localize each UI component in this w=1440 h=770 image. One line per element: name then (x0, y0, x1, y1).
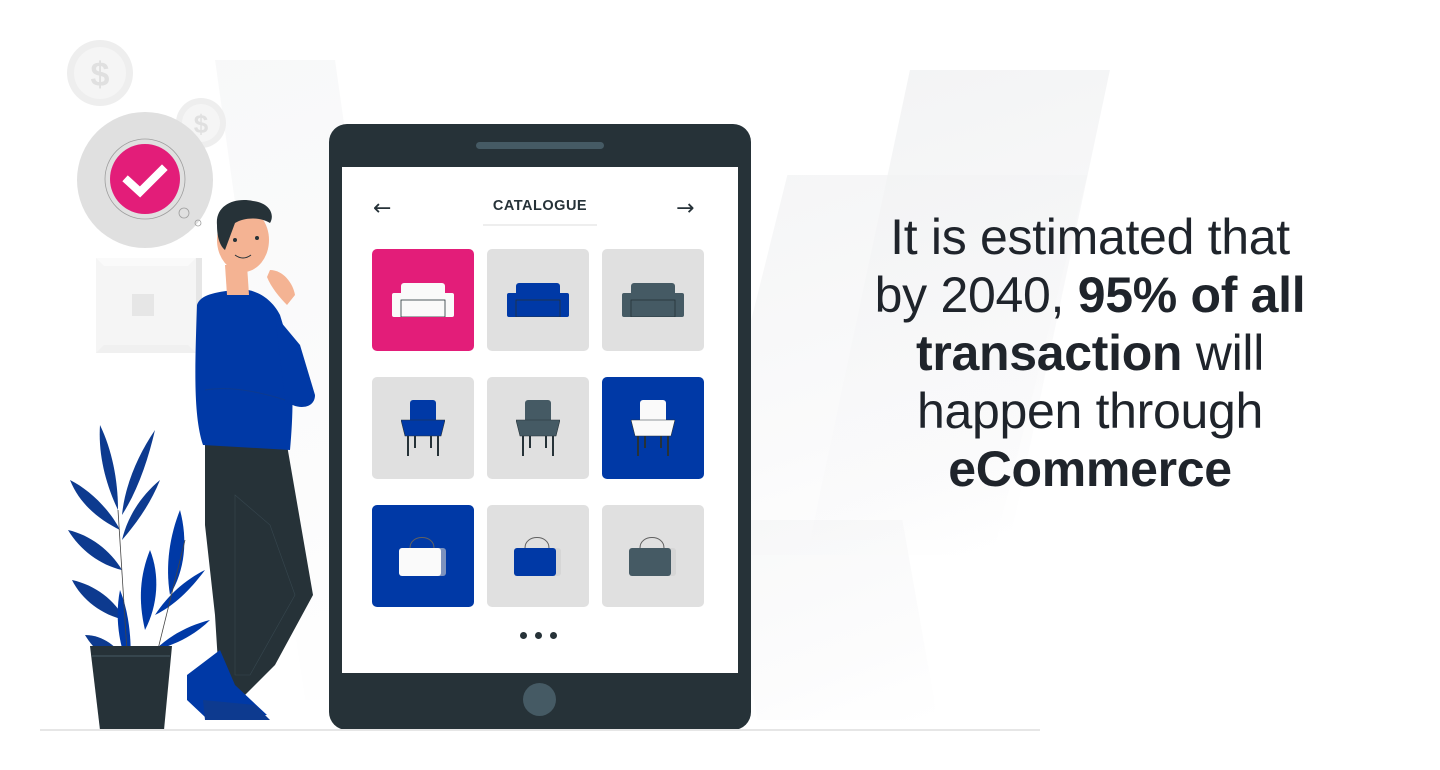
sofa-icon (622, 283, 684, 317)
armchair-icon (631, 400, 675, 456)
headline-line: happen through (916, 383, 1264, 439)
catalogue-title: CATALOGUE (492, 198, 588, 214)
catalogue-item-bag[interactable] (372, 505, 474, 607)
ellipsis-icon[interactable] (520, 632, 557, 639)
catalogue-item-armchair[interactable] (602, 377, 704, 479)
arrow-right-icon[interactable]: → (676, 198, 694, 220)
man-illustration (187, 200, 315, 720)
catalogue-item-sofa[interactable] (487, 249, 589, 351)
ground-line (40, 729, 1040, 731)
arrow-left-icon[interactable]: ← (373, 198, 391, 220)
sofa-icon (507, 283, 569, 317)
svg-text:$: $ (91, 56, 110, 94)
headline-line: It is estimated that (890, 209, 1290, 265)
catalogue-item-armchair[interactable] (487, 377, 589, 479)
plant-pot (90, 646, 172, 730)
svg-text:$: $ (194, 109, 209, 139)
bag-icon (398, 534, 448, 578)
bag-icon (628, 534, 678, 578)
title-underline (483, 224, 597, 226)
checkmark-icon (110, 144, 180, 214)
catalogue-item-sofa[interactable] (602, 249, 704, 351)
armchair-icon (516, 400, 560, 456)
catalogue-item-sofa[interactable] (372, 249, 474, 351)
headline: It is estimated that by 2040, 95% of all… (790, 208, 1390, 498)
sofa-icon (392, 283, 454, 317)
bag-icon (513, 534, 563, 578)
catalogue-item-bag[interactable] (487, 505, 589, 607)
headline-line: eCommerce (948, 441, 1232, 497)
catalogue-item-armchair[interactable] (372, 377, 474, 479)
armchair-icon (401, 400, 445, 456)
tablet-speaker (476, 142, 604, 149)
catalogue-item-bag[interactable] (602, 505, 704, 607)
background-shard (722, 520, 938, 720)
headline-line: transaction will (915, 325, 1265, 381)
headline-line: by 2040, 95% of all (874, 267, 1306, 323)
coin-icon: $ (67, 40, 133, 106)
home-button[interactable] (523, 683, 556, 716)
